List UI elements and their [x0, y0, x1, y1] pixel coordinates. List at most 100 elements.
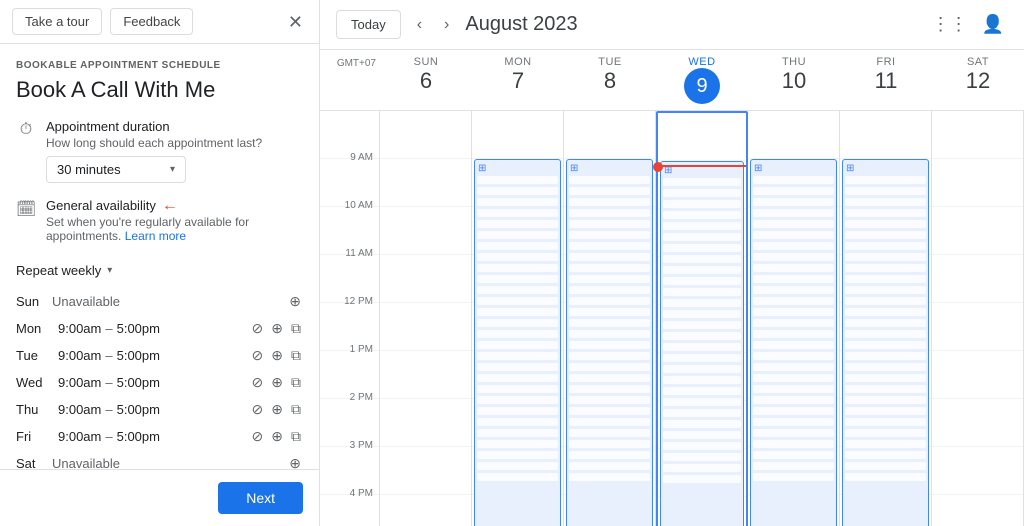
slot-pill: [477, 253, 558, 261]
hour-cell[interactable]: [380, 351, 471, 399]
hour-cell[interactable]: [380, 447, 471, 495]
schedule-row-fri: Fri 9:00am – 5:00pm ⊘ ⊕ ⧉: [16, 423, 303, 450]
slot-pill: [477, 330, 558, 338]
day-col-mon[interactable]: ⊞: [472, 111, 564, 526]
schedule-row-thu: Thu 9:00am – 5:00pm ⊘ ⊕ ⧉: [16, 396, 303, 423]
next-button[interactable]: ›: [438, 12, 455, 38]
slot-pill: [477, 352, 558, 360]
hour-cell[interactable]: [380, 159, 471, 207]
slot-pill: [663, 431, 741, 439]
tue-remove-button[interactable]: ⊘: [250, 345, 266, 366]
wed-actions: ⊘ ⊕ ⧉: [250, 372, 303, 393]
slot-pill: [569, 297, 650, 305]
wed-remove-button[interactable]: ⊘: [250, 372, 266, 393]
availability-block[interactable]: ⊞: [750, 159, 837, 526]
hour-cell[interactable]: [932, 351, 1023, 399]
wed-copy-button[interactable]: ⧉: [289, 372, 303, 393]
wed-add-button[interactable]: ⊕: [269, 372, 285, 393]
cal-day-thu: THU 10: [748, 50, 840, 110]
slot-pill: [845, 264, 926, 272]
duration-select[interactable]: 30 minutes ▾: [46, 156, 186, 183]
prev-button[interactable]: ‹: [411, 12, 428, 38]
sat-add-button[interactable]: ⊕: [287, 453, 303, 469]
slot-pill: [663, 255, 741, 263]
slot-pill: [569, 308, 650, 316]
availability-block[interactable]: ⊞: [474, 159, 561, 526]
fri-remove-button[interactable]: ⊘: [250, 426, 266, 447]
user-settings-icon[interactable]: 👤: [978, 10, 1008, 39]
slot-pill: [845, 319, 926, 327]
slot-pill: [753, 253, 834, 261]
slot-pill: [477, 242, 558, 250]
slot-pill: [477, 198, 558, 206]
day-col-sat: [932, 111, 1024, 526]
day-col-thu[interactable]: ⊞: [748, 111, 840, 526]
slot-pill: [569, 374, 650, 382]
day-col-sun[interactable]: [380, 111, 472, 526]
slot-pill: [845, 440, 926, 448]
fri-copy-button[interactable]: ⧉: [289, 426, 303, 447]
thu-add-button[interactable]: ⊕: [269, 399, 285, 420]
tue-copy-button[interactable]: ⧉: [289, 345, 303, 366]
slot-pill: [477, 176, 558, 184]
slot-pill: [663, 310, 741, 318]
day-col-wed[interactable]: ⊞: [656, 111, 748, 526]
grid-icon[interactable]: ⋮⋮: [928, 10, 972, 39]
availability-block[interactable]: ⊞: [566, 159, 653, 526]
time-slot: 4 PM: [320, 495, 379, 526]
repeat-chevron-icon[interactable]: ▾: [107, 265, 112, 276]
hour-cell[interactable]: [380, 255, 471, 303]
hour-cell[interactable]: [932, 447, 1023, 495]
thu-copy-button[interactable]: ⧉: [289, 399, 303, 420]
mon-add-button[interactable]: ⊕: [269, 318, 285, 339]
tue-start: 9:00am: [58, 348, 101, 363]
sun-add-button[interactable]: ⊕: [287, 291, 303, 312]
hour-cell[interactable]: [932, 303, 1023, 351]
panel-content: BOOKABLE APPOINTMENT SCHEDULE Book A Cal…: [0, 44, 319, 469]
slot-pill: [569, 352, 650, 360]
mon-remove-button[interactable]: ⊘: [250, 318, 266, 339]
hour-cell[interactable]: [932, 207, 1023, 255]
slot-pill: [753, 341, 834, 349]
day-col-tue[interactable]: ⊞: [564, 111, 656, 526]
hour-cell[interactable]: [932, 159, 1023, 207]
cal-day-fri: FRI 11: [840, 50, 932, 110]
top-bar: Take a tour Feedback ✕: [0, 0, 319, 44]
availability-block-icon: ⊞: [846, 163, 854, 174]
hour-cell[interactable]: [932, 495, 1023, 526]
slot-pill: [569, 396, 650, 404]
slot-pill: [845, 407, 926, 415]
slot-pill: [477, 429, 558, 437]
hour-cell[interactable]: [380, 495, 471, 526]
availability-block[interactable]: ⊞: [842, 159, 929, 526]
take-a-tour-button[interactable]: Take a tour: [12, 8, 102, 35]
arrow-indicator: ←: [162, 197, 178, 215]
schedule-row-mon: Mon 9:00am – 5:00pm ⊘ ⊕ ⧉: [16, 315, 303, 342]
slot-pill: [753, 231, 834, 239]
slot-pill: [753, 209, 834, 217]
hour-cell[interactable]: [380, 207, 471, 255]
hour-cell[interactable]: [380, 399, 471, 447]
hour-cell: [840, 111, 931, 159]
tue-add-button[interactable]: ⊕: [269, 345, 285, 366]
fri-add-button[interactable]: ⊕: [269, 426, 285, 447]
day-col-fri[interactable]: ⊞: [840, 111, 932, 526]
sun-unavailable: Unavailable: [52, 294, 287, 309]
slot-pill: [753, 462, 834, 470]
slot-pill: [753, 319, 834, 327]
hour-cell[interactable]: [932, 399, 1023, 447]
next-button[interactable]: Next: [218, 482, 303, 514]
hour-cell[interactable]: [932, 255, 1023, 303]
thu-remove-button[interactable]: ⊘: [250, 399, 266, 420]
feedback-button[interactable]: Feedback: [110, 8, 193, 35]
slot-pill: [663, 222, 741, 230]
mon-copy-button[interactable]: ⧉: [289, 318, 303, 339]
today-button[interactable]: Today: [336, 10, 401, 39]
learn-more-link[interactable]: Learn more: [125, 229, 186, 243]
availability-block[interactable]: ⊞: [660, 161, 744, 526]
availability-block-icon: ⊞: [754, 163, 762, 174]
hour-cell[interactable]: [380, 303, 471, 351]
close-button[interactable]: ✕: [284, 11, 307, 33]
slot-pill: [663, 464, 741, 472]
sat-actions: ⊕: [287, 453, 303, 469]
